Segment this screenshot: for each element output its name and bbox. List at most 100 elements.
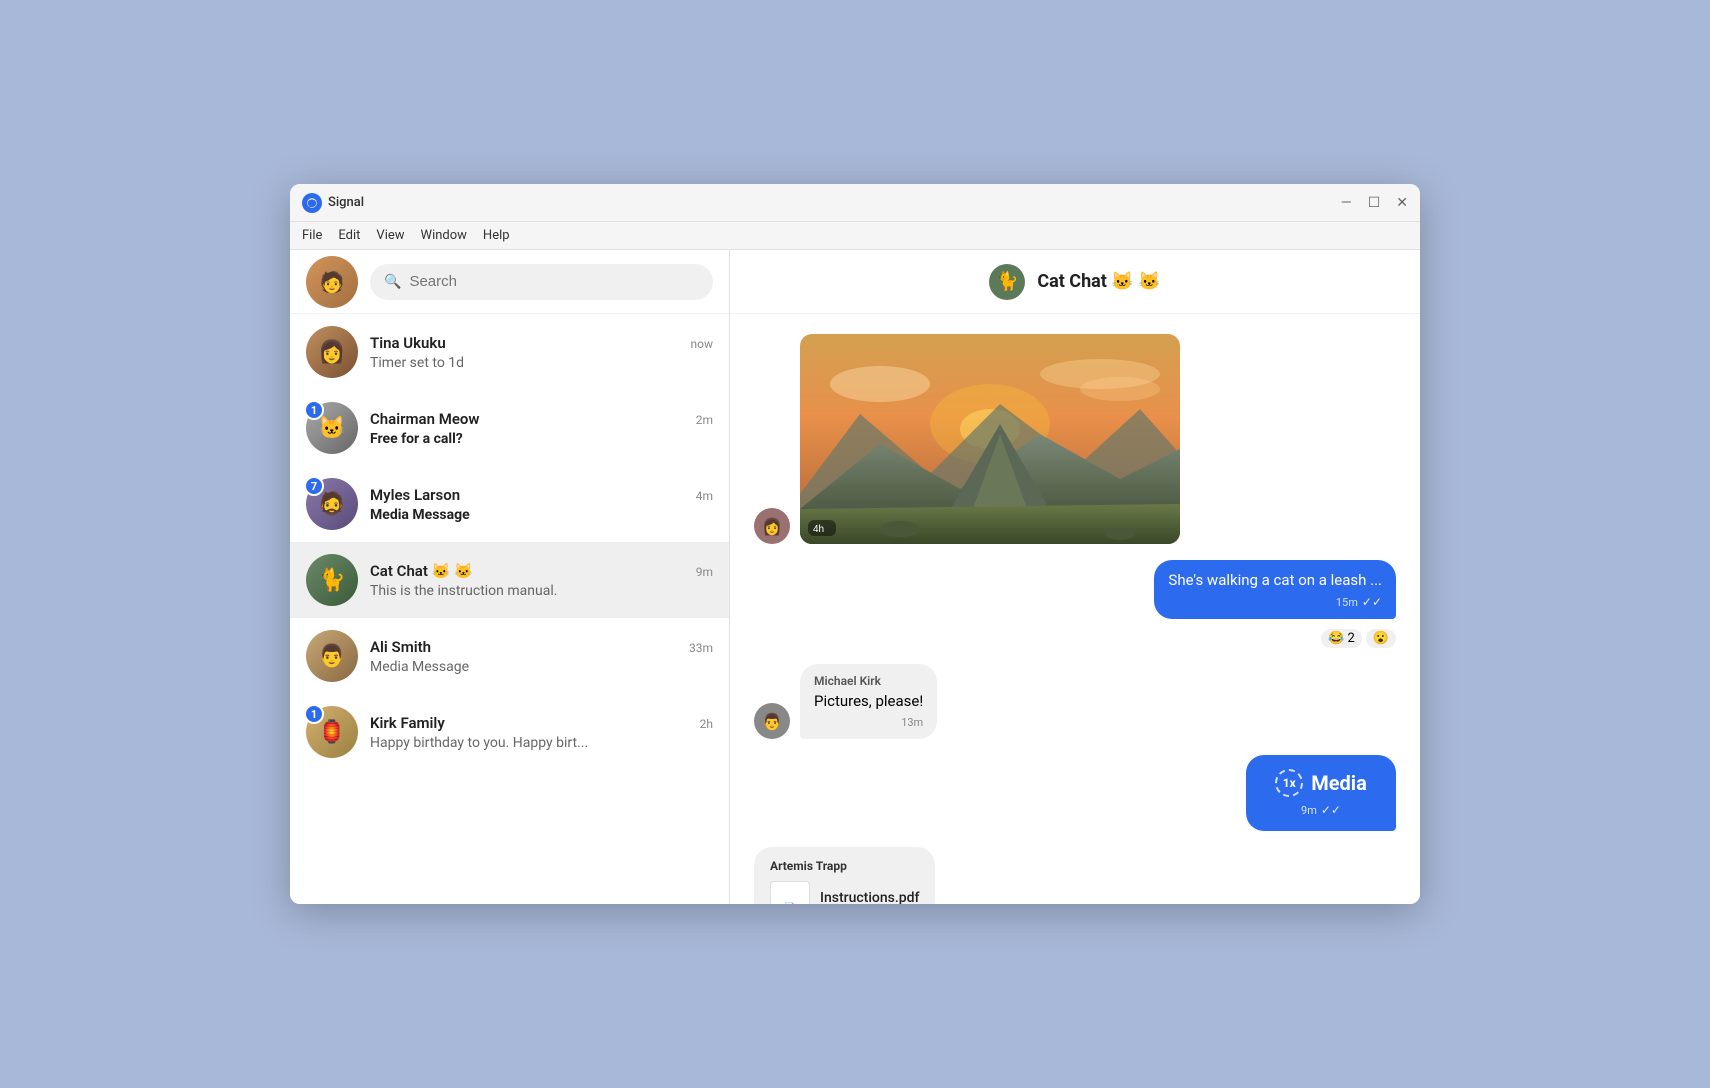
reaction-laugh: 😂 2 — [1321, 629, 1362, 648]
conv-preview-ccat: This is the instruction manual. — [370, 583, 713, 599]
sidebar-header: 🧑 🔍 — [290, 250, 729, 314]
message-row-image: 👩 — [754, 334, 1396, 544]
conv-preview-ali: Media Message — [370, 659, 713, 675]
conversation-item-tina[interactable]: 👩 Tina Ukuku now Timer set to 1d — [290, 314, 729, 390]
menu-edit[interactable]: Edit — [338, 228, 360, 243]
media-meta: 9m ✓✓ — [1301, 803, 1341, 817]
conversation-item-chairman[interactable]: 1 🐱 Chairman Meow 2m Free for a call? — [290, 390, 729, 466]
menu-help[interactable]: Help — [483, 228, 510, 243]
svg-text:4h: 4h — [813, 524, 824, 535]
media-message[interactable]: 1x Media 9m ✓✓ — [1246, 755, 1396, 831]
conv-info-tina: Tina Ukuku now Timer set to 1d — [370, 334, 713, 371]
chat-area: 🐈 Cat Chat 🐱 🐱 👩 — [730, 250, 1420, 904]
conversation-item-ccat[interactable]: 🐈 Cat Chat 🐱 🐱 9m This is the instructio… — [290, 542, 729, 618]
media-count-badge: 1x — [1275, 769, 1303, 797]
conv-name-kirk: Kirk Family — [370, 714, 445, 732]
media-label-row: 1x Media — [1275, 769, 1367, 797]
conv-preview-chairman: Free for a call? — [370, 431, 713, 447]
badge-kirk: 1 — [304, 704, 324, 724]
double-check-icon: ✓✓ — [1362, 595, 1382, 609]
main-content: 🧑 🔍 👩 Tina Ukuku — [290, 250, 1420, 904]
conv-name-ccat: Cat Chat 🐱 🐱 — [370, 562, 473, 580]
app-logo — [302, 193, 322, 213]
conv-preview-myles: Media Message — [370, 507, 713, 523]
reaction-wow: 😮 — [1366, 629, 1396, 648]
pdf-file-icon: 📄 PDF — [770, 881, 810, 904]
conversation-list: 👩 Tina Ukuku now Timer set to 1d 1 🐱 — [290, 314, 729, 904]
message-row-pdf: Artemis Trapp 📄 PDF Instructions.pdf 21.… — [754, 847, 1396, 904]
media-time: 9m — [1301, 804, 1317, 817]
conv-name-tina: Tina Ukuku — [370, 334, 446, 352]
received-time-michael: 13m — [901, 716, 923, 729]
menu-view[interactable]: View — [376, 228, 404, 243]
avatar-ccat: 🐈 — [306, 554, 358, 606]
message-reactions: 😂 2 😮 — [1321, 629, 1396, 648]
media-label: Media — [1311, 771, 1367, 795]
avatar-chairman: 1 🐱 — [306, 402, 358, 454]
conv-name-myles: Myles Larson — [370, 486, 460, 504]
bubble-meta-michael: 13m — [814, 716, 923, 729]
close-button[interactable]: ✕ — [1396, 196, 1408, 210]
conv-preview-kirk: Happy birthday to you. Happy birt... — [370, 735, 713, 751]
app-window: Signal — ☐ ✕ File Edit View Window Help … — [290, 184, 1420, 904]
received-message-text-michael: Pictures, please! — [814, 691, 923, 712]
avatar-myles: 7 🧔 — [306, 478, 358, 530]
sidebar: 🧑 🔍 👩 Tina Ukuku — [290, 250, 730, 904]
media-count: 1x — [1283, 776, 1296, 790]
menu-file[interactable]: File — [302, 228, 322, 243]
bubble-sent-text: She's walking a cat on a leash ... 15m ✓… — [1154, 560, 1396, 619]
conv-info-ccat: Cat Chat 🐱 🐱 9m This is the instruction … — [370, 562, 713, 599]
avatar-kirk: 1 🏮 — [306, 706, 358, 758]
media-check-icon: ✓✓ — [1321, 803, 1341, 817]
conv-time-tina: now — [691, 337, 714, 351]
user-avatar[interactable]: 🧑 — [306, 256, 358, 308]
chat-header: 🐈 Cat Chat 🐱 🐱 — [730, 250, 1420, 314]
conv-time-ali: 33m — [689, 641, 713, 655]
menu-window[interactable]: Window — [421, 228, 467, 243]
pdf-file-info: Instructions.pdf 21.04 KB — [820, 890, 919, 904]
conversation-item-myles[interactable]: 7 🧔 Myles Larson 4m Media Message — [290, 466, 729, 542]
badge-chairman: 1 — [304, 400, 324, 420]
bubble-meta-sent: 15m ✓✓ — [1168, 595, 1382, 609]
sent-message-time: 15m — [1336, 596, 1358, 609]
search-icon: 🔍 — [384, 274, 401, 290]
chat-title: Cat Chat 🐱 🐱 — [1037, 271, 1160, 292]
pdf-filename: Instructions.pdf — [820, 890, 919, 904]
title-bar: Signal — ☐ ✕ — [290, 184, 1420, 222]
menu-bar: File Edit View Window Help — [290, 222, 1420, 250]
badge-myles: 7 — [304, 476, 324, 496]
pdf-sender: Artemis Trapp — [770, 859, 919, 873]
chat-messages[interactable]: 👩 — [730, 314, 1420, 904]
window-controls: — ☐ ✕ — [1341, 196, 1408, 210]
app-title: Signal — [328, 195, 1341, 210]
conversation-item-kirk[interactable]: 1 🏮 Kirk Family 2h Happy birthday to you… — [290, 694, 729, 770]
message-row-sent-text: She's walking a cat on a leash ... 15m ✓… — [754, 560, 1396, 648]
conv-info-myles: Myles Larson 4m Media Message — [370, 486, 713, 523]
image-message[interactable]: 4h — [800, 334, 1180, 544]
pdf-message: Artemis Trapp 📄 PDF Instructions.pdf 21.… — [754, 847, 935, 904]
message-row-received-michael: 👨 Michael Kirk Pictures, please! 13m — [754, 664, 1396, 739]
conv-info-kirk: Kirk Family 2h Happy birthday to you. Ha… — [370, 714, 713, 751]
bubble-sender-michael: Michael Kirk — [814, 674, 923, 688]
conv-time-chairman: 2m — [696, 413, 713, 427]
avatar-tina: 👩 — [306, 326, 358, 378]
conv-time-myles: 4m — [696, 489, 713, 503]
conv-name-ali: Ali Smith — [370, 638, 431, 656]
conv-time-ccat: 9m — [696, 565, 713, 579]
sent-message-text: She's walking a cat on a leash ... — [1168, 570, 1382, 591]
message-row-media: 1x Media 9m ✓✓ — [754, 755, 1396, 831]
minimize-button[interactable]: — — [1341, 196, 1352, 210]
conv-info-ali: Ali Smith 33m Media Message — [370, 638, 713, 675]
conv-info-chairman: Chairman Meow 2m Free for a call? — [370, 410, 713, 447]
maximize-button[interactable]: ☐ — [1368, 196, 1381, 210]
search-input[interactable] — [409, 273, 699, 290]
conv-preview-tina: Timer set to 1d — [370, 355, 713, 371]
conversation-item-ali[interactable]: 👨 Ali Smith 33m Media Message — [290, 618, 729, 694]
pdf-file-row: 📄 PDF Instructions.pdf 21.04 KB — [770, 881, 919, 904]
search-bar[interactable]: 🔍 — [370, 264, 713, 300]
conv-time-kirk: 2h — [700, 717, 713, 731]
bubble-received-michael: Michael Kirk Pictures, please! 13m — [800, 664, 937, 739]
chat-header-avatar: 🐈 — [989, 264, 1025, 300]
avatar-michael: 👨 — [754, 703, 790, 739]
avatar-ali: 👨 — [306, 630, 358, 682]
